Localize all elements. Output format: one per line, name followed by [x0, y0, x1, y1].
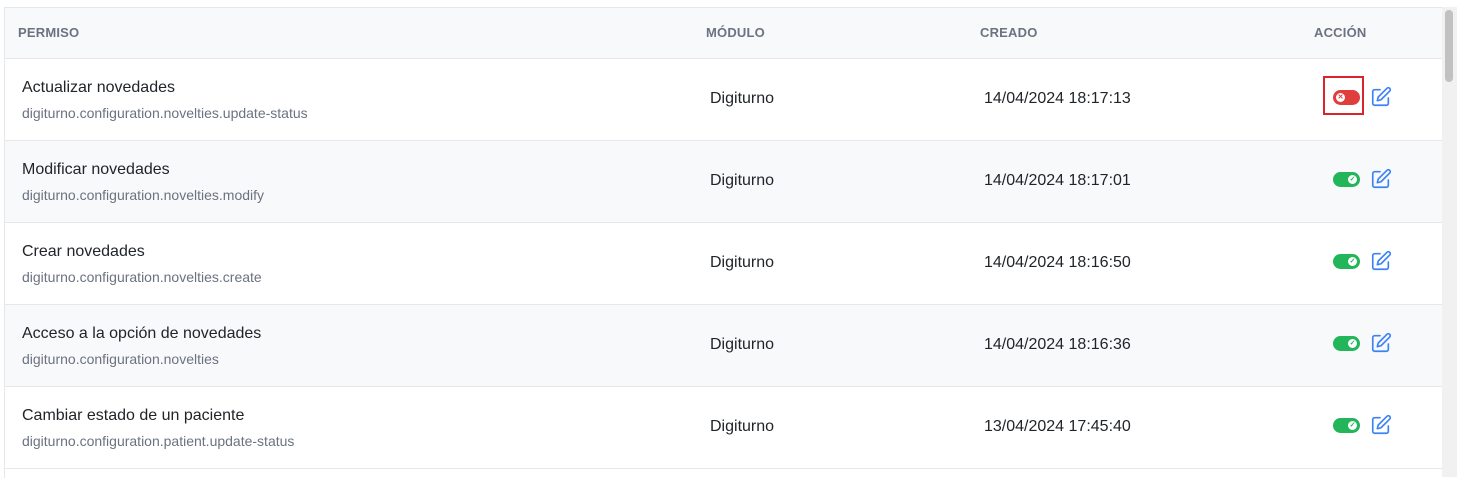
- permission-key: digiturno.configuration.novelties.create: [22, 269, 262, 285]
- edit-icon[interactable]: [1370, 250, 1392, 272]
- status-toggle[interactable]: ✓: [1333, 418, 1360, 433]
- edit-icon[interactable]: [1370, 86, 1392, 108]
- edit-icon[interactable]: [1370, 332, 1392, 354]
- permission-key: digiturno.configuration.patient.update-s…: [22, 433, 295, 449]
- toggle-on-icon: ✓: [1348, 339, 1357, 348]
- toggle-off-icon: ✕: [1336, 93, 1345, 102]
- permission-module: Digiturno: [710, 254, 775, 271]
- permission-created: 14/04/2024 18:17:01: [984, 172, 1131, 189]
- status-toggle[interactable]: ✓: [1333, 172, 1360, 187]
- edit-icon[interactable]: [1370, 414, 1392, 436]
- permission-name: Acceso a la opción de novedades: [22, 325, 262, 342]
- permission-name: Actualizar novedades: [22, 79, 175, 96]
- status-toggle[interactable]: ✓: [1333, 254, 1360, 269]
- table-row: Modificar novedades digiturno.configurat…: [5, 141, 1443, 223]
- permission-created: 13/04/2024 17:45:40: [984, 418, 1131, 435]
- permission-key: digiturno.configuration.novelties.update…: [22, 105, 308, 121]
- edit-icon[interactable]: [1370, 168, 1392, 190]
- column-header-permiso[interactable]: PERMISO: [18, 25, 79, 40]
- column-header-modulo[interactable]: MÓDULO: [706, 25, 765, 40]
- permission-module: Digiturno: [710, 418, 775, 435]
- permission-key: digiturno.configuration.novelties: [22, 351, 219, 367]
- permission-module: Digiturno: [710, 336, 775, 353]
- permission-created: 14/04/2024 18:16:50: [984, 254, 1131, 271]
- status-toggle[interactable]: ✓: [1333, 336, 1360, 351]
- permission-name: Cambiar estado de un paciente: [22, 407, 245, 424]
- permission-created: 14/04/2024 18:16:36: [984, 336, 1131, 353]
- toggle-on-icon: ✓: [1348, 175, 1357, 184]
- status-toggle[interactable]: ✕: [1333, 90, 1360, 105]
- table-row: Crear novedades digiturno.configuration.…: [5, 223, 1443, 305]
- table-row: Acceso a la opción de novedades digiturn…: [5, 305, 1443, 387]
- table-row: Actualizar novedades digiturno.configura…: [5, 59, 1443, 141]
- toggle-on-icon: ✓: [1348, 257, 1357, 266]
- permission-name: Modificar novedades: [22, 161, 170, 178]
- scrollbar-thumb[interactable]: [1445, 10, 1453, 82]
- permission-key: digiturno.configuration.novelties.modify: [22, 187, 265, 203]
- permission-name: Crear novedades: [22, 243, 145, 260]
- table-row: Cambiar estado de un paciente digiturno.…: [5, 387, 1443, 469]
- column-header-creado[interactable]: CREADO: [980, 25, 1038, 40]
- table-header: PERMISO MÓDULO CREADO ACCIÓN: [5, 8, 1443, 59]
- permission-created: 14/04/2024 18:17:13: [984, 90, 1131, 107]
- column-header-accion: ACCIÓN: [1314, 25, 1367, 40]
- vertical-scrollbar[interactable]: [1442, 7, 1457, 477]
- permission-module: Digiturno: [710, 90, 775, 107]
- permissions-table: PERMISO MÓDULO CREADO ACCIÓN Actualizar …: [4, 7, 1443, 478]
- permission-module: Digiturno: [710, 172, 775, 189]
- toggle-on-icon: ✓: [1348, 421, 1357, 430]
